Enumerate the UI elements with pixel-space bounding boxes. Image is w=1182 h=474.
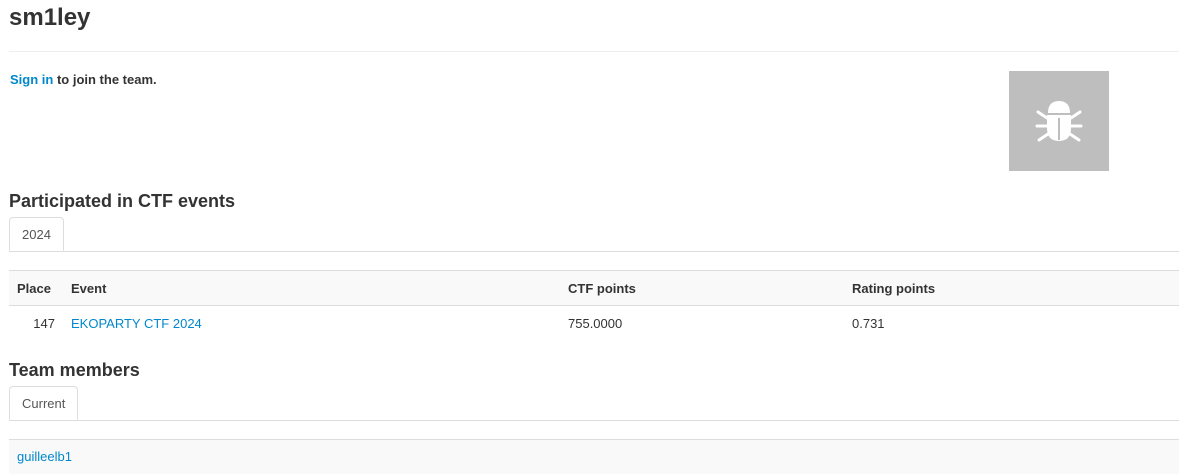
- page-title: sm1ley: [9, 4, 91, 31]
- column-header-place: Place: [9, 270, 63, 306]
- event-link[interactable]: EKOPARTY CTF 2024: [71, 316, 202, 331]
- events-section-title: Participated in CTF events: [9, 191, 236, 211]
- table-header-row: Place Event CTF points Rating points: [9, 270, 1179, 306]
- table-row: 147 EKOPARTY CTF 2024 755.0000 0.731: [9, 306, 1179, 341]
- join-prompt: Sign in to join the team.: [10, 72, 157, 87]
- join-prompt-text: to join the team.: [53, 72, 157, 87]
- cell-place: 147: [33, 315, 55, 331]
- column-header-ctf-points: CTF points: [560, 270, 844, 306]
- sign-in-link[interactable]: Sign in: [10, 72, 53, 87]
- title-divider: [9, 51, 1179, 52]
- cell-ctf-points: 755.0000: [568, 315, 623, 331]
- column-header-rating-points: Rating points: [844, 270, 1179, 306]
- members-tabs: Current: [9, 386, 1179, 421]
- list-item: guilleelb1: [9, 439, 1179, 474]
- team-avatar: [1009, 71, 1109, 171]
- members-section-title: Team members: [9, 360, 140, 380]
- bug-icon: [1035, 101, 1083, 142]
- member-link[interactable]: guilleelb1: [17, 449, 72, 464]
- events-table: Place Event CTF points Rating points 147…: [9, 270, 1179, 340]
- tab-2024[interactable]: 2024: [9, 217, 64, 251]
- column-header-event: Event: [63, 270, 560, 306]
- events-year-tabs: 2024: [9, 217, 1179, 252]
- cell-event: EKOPARTY CTF 2024: [63, 306, 560, 341]
- tab-current[interactable]: Current: [9, 386, 79, 420]
- cell-rating-points: 0.731: [852, 315, 885, 331]
